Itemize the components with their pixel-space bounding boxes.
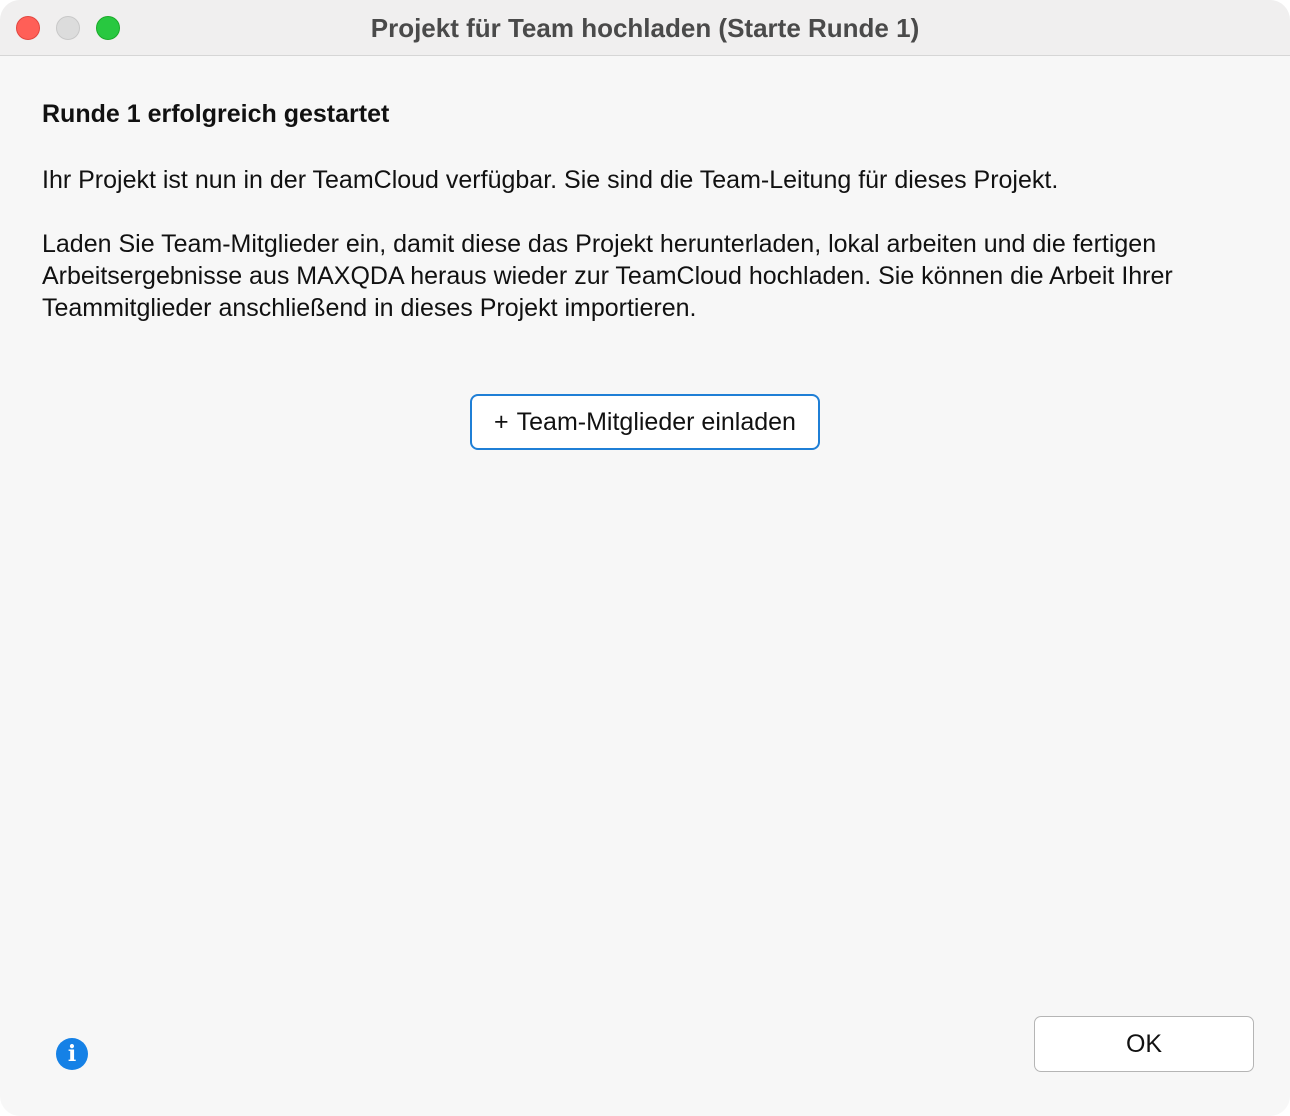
window-title: Projekt für Team hochladen (Starte Runde… [370, 13, 920, 43]
status-heading: Runde 1 erfolgreich gestartet [42, 100, 390, 128]
invite-instructions-line: Laden Sie Team-Mitglieder ein, damit die… [42, 230, 1157, 258]
invite-instructions-line: Teammitglieder anschließend in dieses Pr… [42, 294, 697, 322]
invite-instructions: Laden Sie Team-Mitglieder ein, damit die… [42, 228, 1252, 324]
ok-button[interactable]: OK [1034, 1016, 1254, 1072]
title-bar[interactable]: Projekt für Team hochladen (Starte Runde… [0, 0, 1290, 56]
invite-team-members-button[interactable]: + Team-Mitglieder einladen [470, 394, 820, 450]
availability-text: Ihr Projekt ist nun in der TeamCloud ver… [42, 166, 1059, 194]
invite-instructions-line: Arbeitsergebnisse aus MAXQDA heraus wied… [42, 262, 1173, 290]
plus-icon: + [494, 407, 509, 436]
dialog-window: Projekt für Team hochladen (Starte Runde… [0, 0, 1290, 1116]
dialog-content: Runde 1 erfolgreich gestartet Ihr Projek… [42, 96, 1252, 322]
info-icon[interactable]: i [56, 1038, 88, 1070]
invite-button-label: Team-Mitglieder einladen [516, 407, 796, 436]
